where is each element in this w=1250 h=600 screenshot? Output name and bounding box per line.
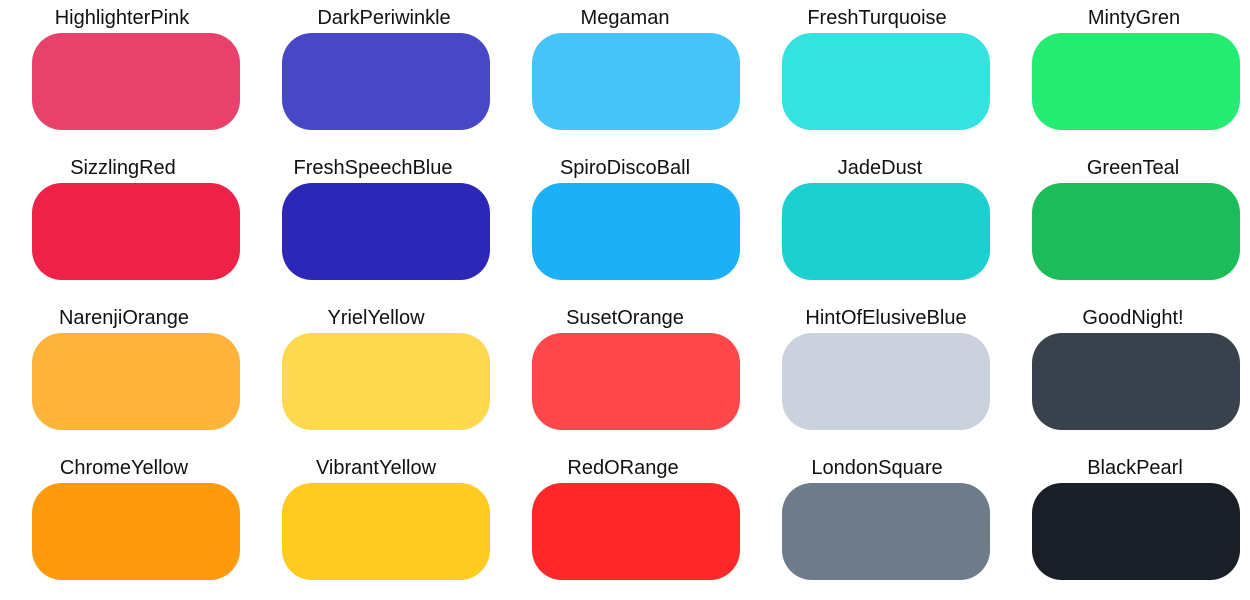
swatch-vibrant-yellow: VibrantYellow (250, 450, 490, 590)
color-chip (532, 33, 740, 130)
swatch-fresh-turquoise: FreshTurquoise (750, 0, 990, 140)
swatch-label: MintyGren (1087, 7, 1181, 29)
color-chip (532, 183, 740, 280)
swatch-fresh-speech-blue: FreshSpeechBlue (250, 150, 490, 290)
color-chip (532, 483, 740, 580)
swatch-london-square: LondonSquare (750, 450, 990, 590)
swatch-label: FreshSpeechBlue (293, 157, 453, 179)
swatch-megaman: Megaman (500, 0, 740, 140)
swatch-label: BlackPearl (1087, 457, 1183, 479)
color-chip (32, 183, 240, 280)
swatch-label: HintOfElusiveBlue (805, 307, 967, 329)
swatch-chrome-yellow: ChromeYellow (0, 450, 240, 590)
swatch-narenji-orange: NarenjiOrange (0, 300, 240, 440)
swatch-green-teal: GreenTeal (1000, 150, 1240, 290)
swatch-label: GoodNight! (1082, 307, 1184, 329)
swatch-label: NarenjiOrange (58, 307, 190, 329)
color-chip (32, 333, 240, 430)
swatch-label: FreshTurquoise (807, 7, 947, 29)
swatch-red-orange: RedORange (500, 450, 740, 590)
swatch-highlighter-pink: HighlighterPink (0, 0, 240, 140)
swatch-label: VibrantYellow (315, 457, 437, 479)
swatch-label: ChromeYellow (59, 457, 189, 479)
swatch-label: HighlighterPink (54, 7, 190, 29)
swatch-spiro-disco-ball: SpiroDiscoBall (500, 150, 740, 290)
color-chip (32, 33, 240, 130)
swatch-sizzling-red: SizzlingRed (0, 150, 240, 290)
swatch-label: SusetOrange (566, 307, 684, 329)
color-chip (782, 483, 990, 580)
swatch-label: GreenTeal (1086, 157, 1180, 179)
swatch-black-pearl: BlackPearl (1000, 450, 1240, 590)
color-chip (1032, 333, 1240, 430)
color-chip (1032, 33, 1240, 130)
color-palette: HighlighterPink DarkPeriwinkle Megaman Fres… (0, 0, 1250, 600)
color-chip (782, 333, 990, 430)
swatch-hint-of-elusive-blue: HintOfElusiveBlue (750, 300, 990, 440)
color-chip (532, 333, 740, 430)
swatch-label: SizzlingRed (70, 157, 176, 179)
color-chip (1032, 483, 1240, 580)
swatch-minty-gren: MintyGren (1000, 0, 1240, 140)
swatch-label: RedORange (567, 457, 679, 479)
swatch-jade-dust: JadeDust (750, 150, 990, 290)
color-chip (1032, 183, 1240, 280)
swatch-dark-periwinkle: DarkPeriwinkle (250, 0, 490, 140)
swatch-label: JadeDust (837, 157, 923, 179)
color-chip (282, 33, 490, 130)
swatch-good-night: GoodNight! (1000, 300, 1240, 440)
swatch-label: Megaman (580, 7, 670, 29)
color-chip (282, 483, 490, 580)
swatch-label: DarkPeriwinkle (317, 7, 451, 29)
color-chip (782, 183, 990, 280)
swatch-label: SpiroDiscoBall (559, 157, 691, 179)
color-chip (282, 333, 490, 430)
color-chip (782, 33, 990, 130)
swatch-label: LondonSquare (811, 457, 943, 479)
color-chip (282, 183, 490, 280)
swatch-yriel-yellow: YrielYellow (250, 300, 490, 440)
swatch-suset-orange: SusetOrange (500, 300, 740, 440)
color-chip (32, 483, 240, 580)
swatch-label: YrielYellow (327, 307, 425, 329)
